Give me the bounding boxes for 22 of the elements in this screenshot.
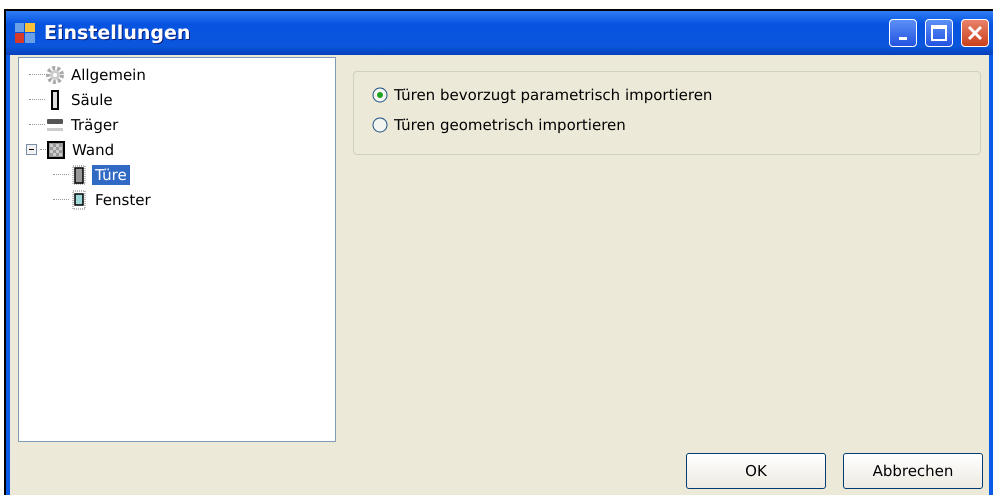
cancel-button[interactable]: Abbrechen	[843, 453, 983, 489]
ok-button[interactable]: OK	[686, 453, 826, 489]
minimize-button[interactable]	[889, 19, 917, 47]
tree-item[interactable]: Allgemein	[68, 64, 149, 84]
tree-item[interactable]: Wand	[69, 140, 118, 160]
collapse-toggle[interactable]	[26, 144, 37, 155]
radio-label: Türen geometrisch importieren	[394, 116, 626, 134]
tree-item[interactable]: Türe	[92, 164, 130, 184]
window-title: Einstellungen	[44, 22, 192, 44]
maximize-icon	[931, 25, 947, 41]
maximize-button[interactable]	[925, 19, 953, 47]
radio-label: Türen bevorzugt parametrisch importieren	[394, 86, 712, 104]
tree-item[interactable]: Fenster	[92, 190, 154, 210]
close-icon	[967, 25, 983, 41]
close-button[interactable]	[961, 19, 989, 47]
radio-button[interactable]	[372, 87, 388, 103]
app-icon	[14, 22, 36, 44]
gear-icon	[45, 64, 65, 84]
tree-item[interactable]: Träger	[68, 114, 122, 134]
minimize-icon	[899, 36, 907, 40]
radio-button[interactable]	[372, 117, 388, 133]
tree-item[interactable]: Säule	[68, 90, 116, 110]
